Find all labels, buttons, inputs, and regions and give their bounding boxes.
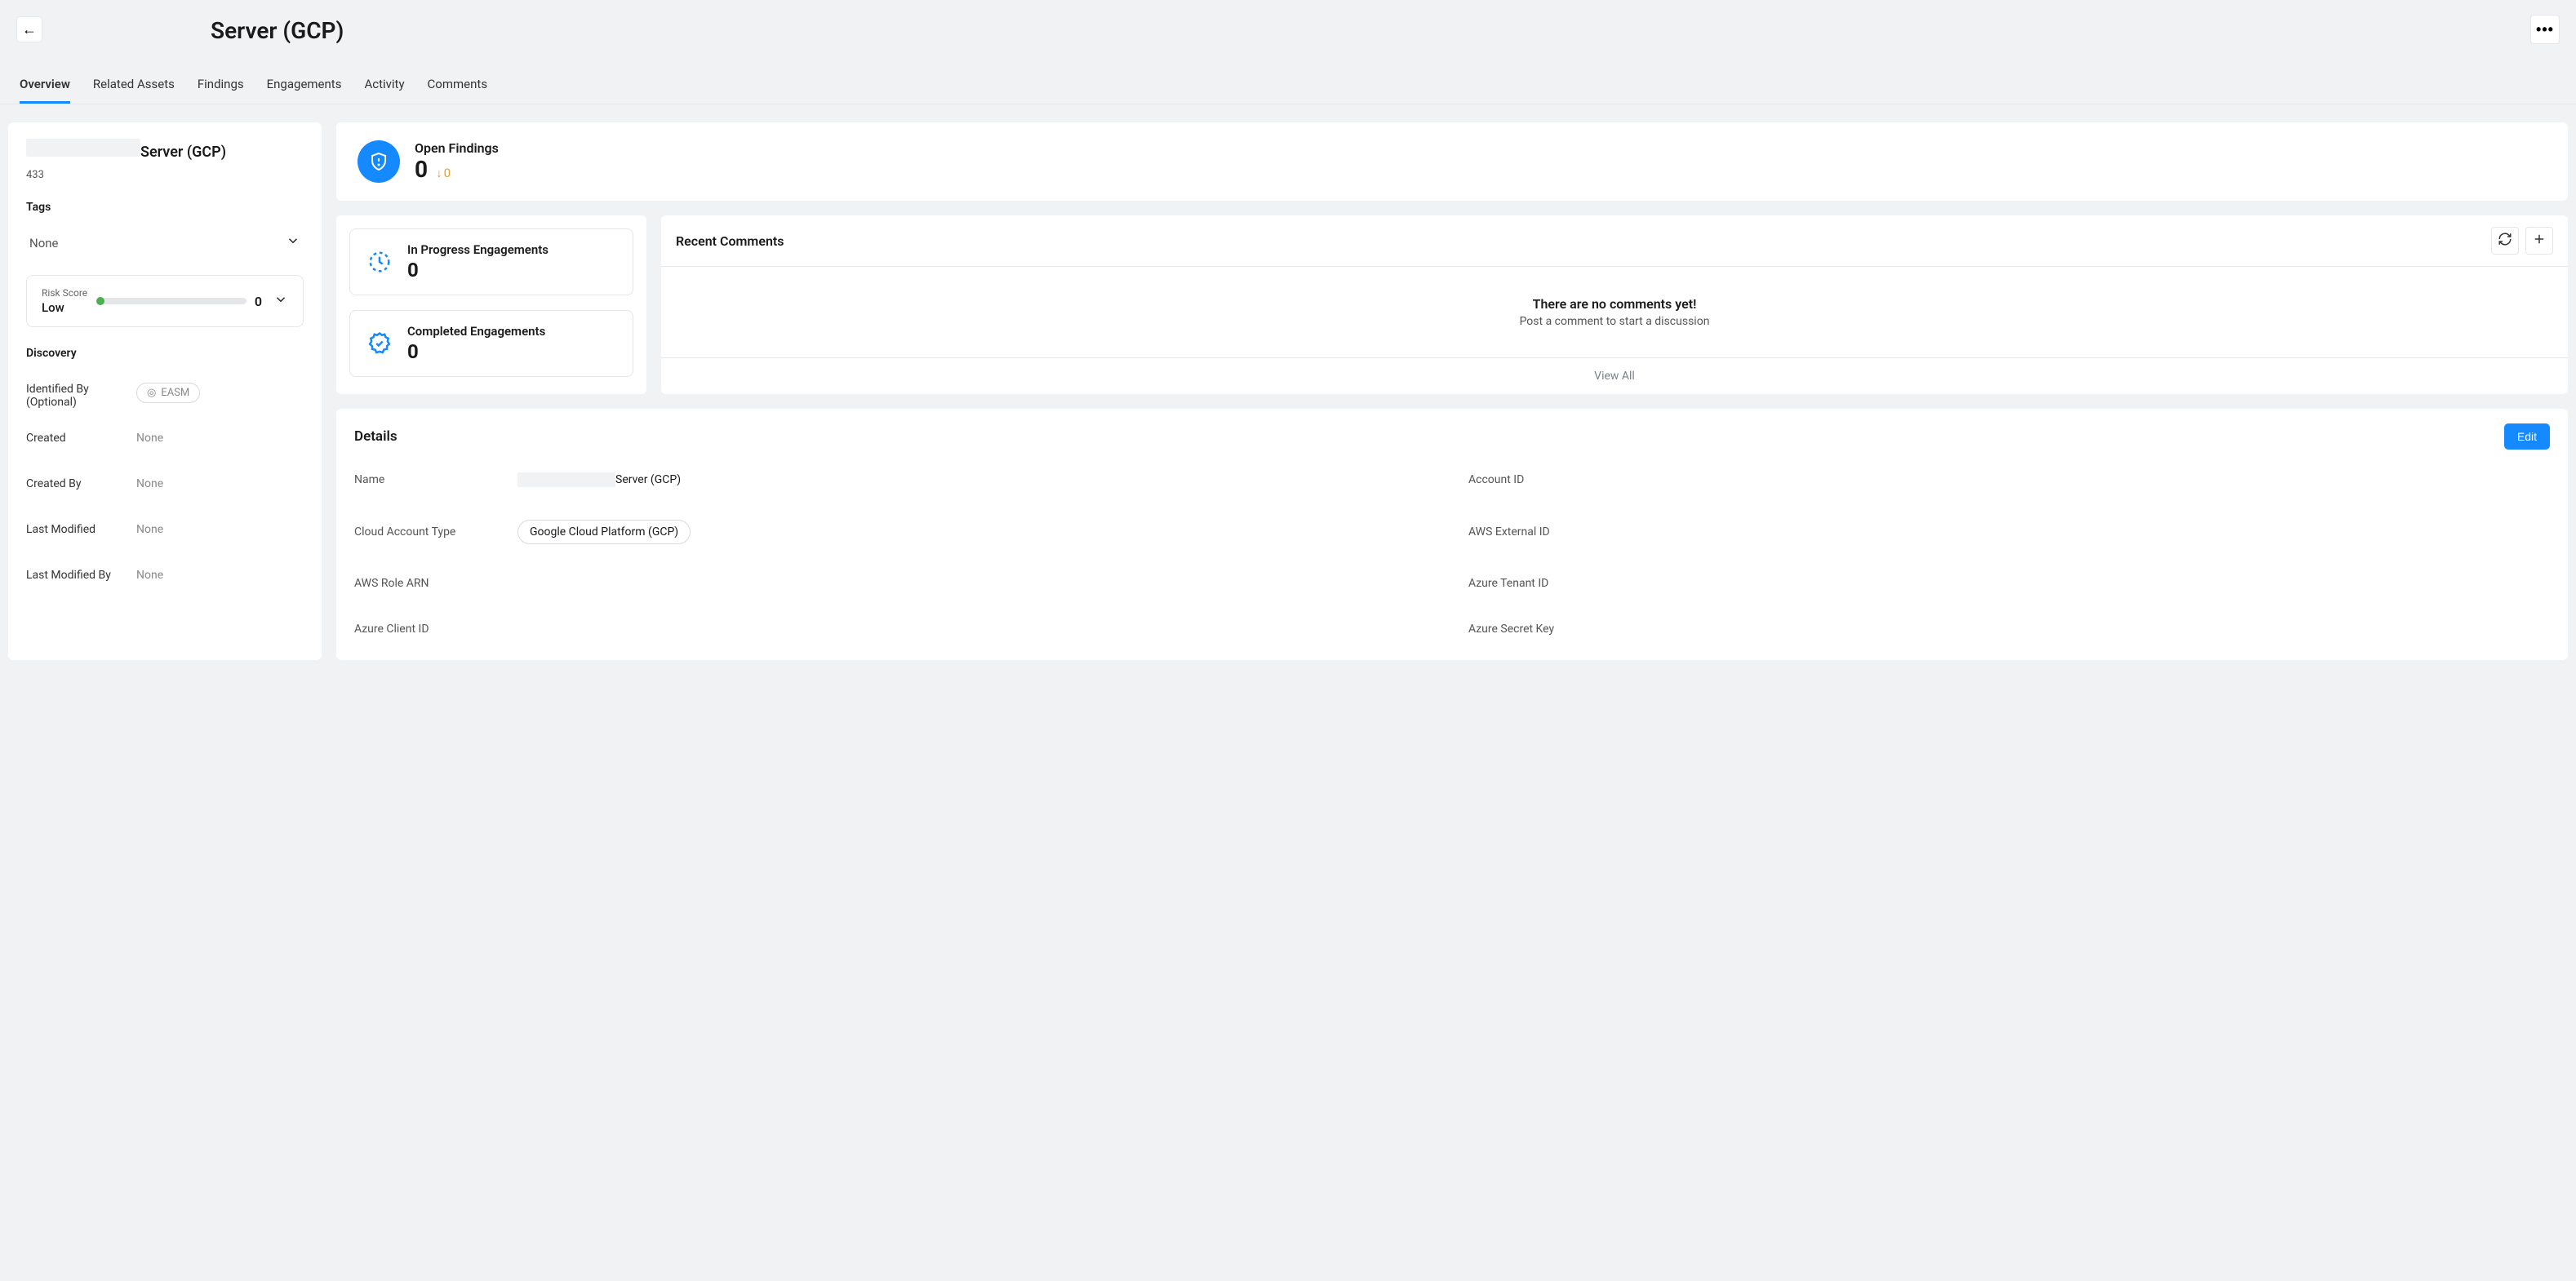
more-menu-button[interactable]: •••	[2530, 15, 2560, 44]
redacted-text	[56, 16, 211, 38]
aws-role-arn-label: AWS Role ARN	[354, 577, 485, 590]
tab-engagements[interactable]: Engagements	[267, 77, 342, 104]
identified-by-value: EASM	[161, 387, 189, 399]
refresh-icon	[2498, 232, 2512, 250]
details-title: Details	[354, 428, 398, 445]
open-findings-value: 0	[415, 156, 428, 183]
open-findings-title: Open Findings	[415, 140, 499, 156]
tab-related-assets[interactable]: Related Assets	[93, 77, 175, 104]
name-value: Server (GCP)	[517, 472, 681, 487]
created-by-label: Created By	[26, 477, 136, 490]
no-comments-sub: Post a comment to start a discussion	[677, 315, 2552, 328]
last-modified-by-value: None	[136, 569, 163, 582]
in-progress-title: In Progress Engagements	[407, 242, 549, 257]
plus-icon	[2532, 232, 2547, 250]
account-id-label: Account ID	[1468, 473, 1599, 486]
tags-label: Tags	[26, 201, 304, 214]
comments-title: Recent Comments	[676, 233, 784, 249]
created-label: Created	[26, 432, 136, 445]
asset-id: 433	[26, 169, 304, 181]
created-value: None	[136, 432, 163, 445]
page-title-suffix: Server (GCP)	[211, 17, 344, 44]
cloud-type-pill: Google Cloud Platform (GCP)	[517, 520, 691, 544]
chevron-down-icon	[286, 233, 300, 252]
engagements-column: In Progress Engagements 0 Completed Enga…	[336, 215, 646, 394]
completed-engagements-card: Completed Engagements 0	[349, 310, 633, 377]
refresh-button[interactable]	[2491, 227, 2519, 255]
arrow-down-icon: ↓	[436, 166, 442, 180]
tab-comments[interactable]: Comments	[428, 77, 488, 104]
risk-score-card[interactable]: Risk Score Low 0	[26, 275, 304, 327]
chevron-down-icon	[273, 292, 288, 311]
arrow-left-icon: ←	[22, 21, 37, 38]
shield-icon	[358, 140, 400, 183]
risk-label: Risk Score	[42, 287, 87, 299]
last-modified-label: Last Modified	[26, 523, 136, 536]
redacted-text	[26, 139, 140, 157]
completed-title: Completed Engagements	[407, 324, 545, 339]
no-comments-title: There are no comments yet!	[677, 296, 2552, 312]
aws-external-id-label: AWS External ID	[1468, 525, 1599, 539]
last-modified-value: None	[136, 523, 163, 536]
recent-comments-card: Recent Comments	[661, 215, 2568, 394]
azure-client-id-label: Azure Client ID	[354, 623, 485, 636]
back-button[interactable]: ←	[16, 16, 42, 42]
tab-bar: Overview Related Assets Findings Engagem…	[0, 44, 2576, 104]
last-modified-by-label: Last Modified By	[26, 569, 136, 582]
asset-name-suffix: Server (GCP)	[140, 144, 226, 161]
badge-check-icon	[366, 330, 393, 357]
more-horizontal-icon: •••	[2536, 21, 2554, 38]
in-progress-value: 0	[407, 259, 549, 281]
add-comment-button[interactable]	[2525, 227, 2553, 255]
tab-findings[interactable]: Findings	[198, 77, 244, 104]
completed-value: 0	[407, 340, 545, 363]
created-by-value: None	[136, 477, 163, 490]
in-progress-engagements-card: In Progress Engagements 0	[349, 228, 633, 295]
redacted-text	[517, 472, 615, 487]
open-findings-card: Open Findings 0 ↓ 0	[336, 122, 2568, 201]
tab-overview[interactable]: Overview	[20, 77, 70, 104]
details-card: Details Edit Name Server (GCP) Account I…	[336, 409, 2568, 660]
name-suffix: Server (GCP)	[615, 473, 681, 486]
risk-level: Low	[42, 300, 87, 315]
target-icon: ◎	[147, 387, 156, 399]
open-findings-delta-value: 0	[444, 166, 451, 180]
identified-by-pill[interactable]: ◎ EASM	[136, 383, 200, 403]
tab-activity[interactable]: Activity	[364, 77, 404, 104]
view-all-comments[interactable]: View All	[661, 358, 2568, 394]
tags-select[interactable]: None	[26, 228, 304, 257]
azure-secret-key-label: Azure Secret Key	[1468, 623, 1599, 636]
tags-value: None	[29, 236, 59, 250]
cloud-type-label: Cloud Account Type	[354, 525, 485, 539]
clock-icon	[366, 249, 393, 275]
edit-button[interactable]: Edit	[2504, 423, 2550, 450]
azure-tenant-id-label: Azure Tenant ID	[1468, 577, 1599, 590]
open-findings-delta: ↓ 0	[436, 166, 451, 180]
asset-summary-panel: Server (GCP) 433 Tags None Risk Score Lo…	[8, 122, 322, 660]
discovery-label: Discovery	[26, 347, 304, 360]
page-title: Server (GCP)	[56, 16, 344, 44]
risk-value: 0	[255, 294, 262, 309]
risk-dot	[96, 297, 104, 305]
name-label: Name	[354, 473, 485, 486]
risk-bar	[99, 298, 246, 304]
identified-by-label: Identified By (Optional)	[26, 383, 136, 409]
